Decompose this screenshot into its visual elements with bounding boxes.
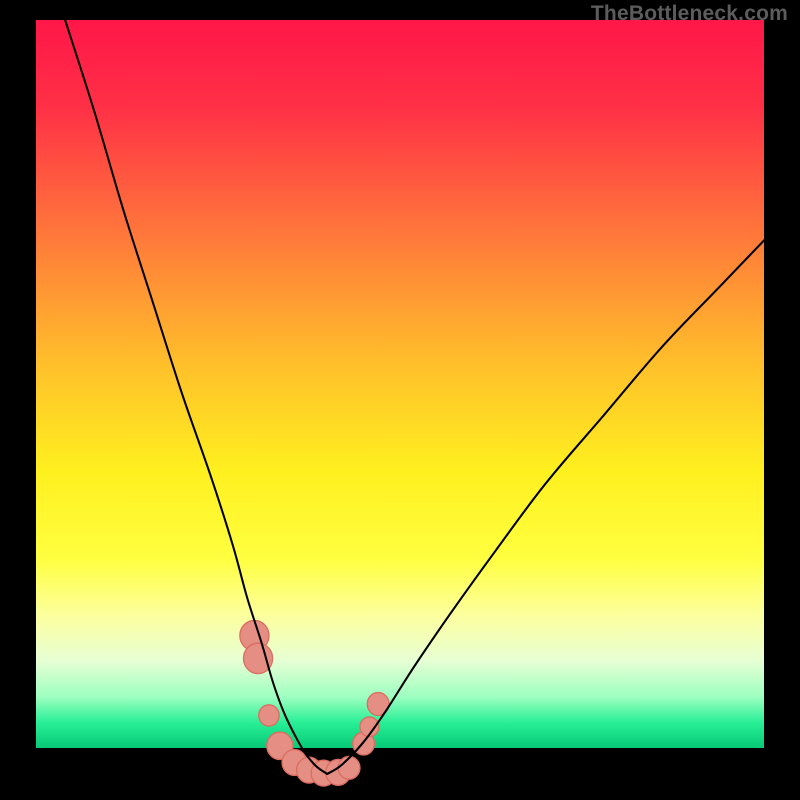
plot-area xyxy=(36,20,764,780)
left-curve xyxy=(65,20,327,774)
marker-point xyxy=(338,756,360,779)
curve-layer xyxy=(36,20,764,780)
marker-point xyxy=(259,705,279,726)
watermark-text: TheBottleneck.com xyxy=(591,2,788,26)
right-curve xyxy=(327,240,764,774)
chart-frame: TheBottleneck.com xyxy=(0,0,800,800)
